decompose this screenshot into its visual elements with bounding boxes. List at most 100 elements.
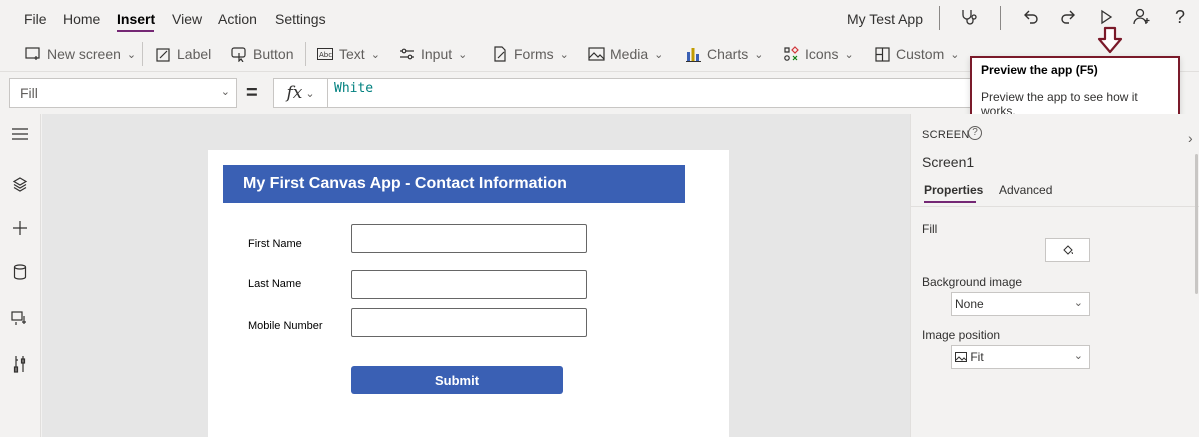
tools-icon[interactable] — [8, 352, 32, 376]
background-image-label: Background image — [922, 275, 1023, 289]
arrow-down-icon — [1097, 26, 1123, 54]
left-rail — [0, 114, 41, 437]
menu-bar: File Home Insert View Action Settings My… — [0, 0, 1199, 36]
fill-label: Fill — [922, 222, 938, 236]
forms-button[interactable]: Forms ⌄ — [491, 45, 569, 63]
input-button[interactable]: Input ⌄ — [398, 45, 467, 63]
button-icon — [230, 46, 248, 62]
stethoscope-icon[interactable] — [956, 5, 982, 29]
media-button[interactable]: Media ⌄ — [587, 45, 663, 63]
menu-view[interactable]: View — [172, 11, 202, 27]
divider — [1000, 6, 1001, 30]
forms-label: Forms — [514, 46, 554, 62]
help-circle-icon[interactable]: ? — [968, 126, 982, 140]
media-library-icon[interactable] — [8, 306, 32, 330]
text-icon: Abc — [316, 46, 334, 62]
new-screen-icon — [24, 46, 42, 62]
chevron-down-icon: ⌄ — [950, 48, 960, 61]
image-icon — [955, 352, 967, 362]
equals-sign: = — [246, 82, 258, 104]
chevron-right-icon[interactable]: › — [1188, 130, 1193, 146]
text-button[interactable]: Abc Text ⌄ — [316, 45, 380, 63]
icons-button[interactable]: Icons ⌄ — [782, 45, 854, 63]
menu-file[interactable]: File — [24, 11, 47, 27]
app-header[interactable]: My First Canvas App - Contact Informatio… — [223, 165, 685, 203]
custom-button[interactable]: Custom ⌄ — [873, 45, 959, 63]
label-label: Label — [177, 46, 212, 62]
screen-name: Screen1 — [922, 154, 975, 170]
tab-properties[interactable]: Properties — [924, 183, 983, 197]
layers-icon[interactable] — [8, 172, 32, 196]
chevron-down-icon: ⌄ — [458, 48, 468, 61]
last-name-input[interactable] — [351, 270, 587, 299]
divider — [305, 42, 306, 66]
charts-button[interactable]: Charts ⌄ — [684, 45, 763, 63]
charts-label: Charts — [707, 46, 749, 62]
divider — [911, 206, 1199, 207]
chevron-down-icon: ⌄ — [220, 86, 230, 98]
section-label: SCREEN — [922, 129, 970, 141]
active-tab-indicator — [924, 201, 976, 203]
icons-icon — [782, 46, 800, 62]
app-screen[interactable]: My First Canvas App - Contact Informatio… — [208, 150, 729, 437]
custom-icon — [873, 46, 891, 62]
chevron-down-icon: ⌄ — [1073, 297, 1083, 309]
property-dropdown[interactable]: Fill ⌄ — [9, 78, 237, 108]
menu-settings[interactable]: Settings — [275, 11, 326, 27]
submit-button[interactable]: Submit — [351, 366, 563, 394]
share-user-icon[interactable] — [1129, 5, 1155, 29]
fx-icon: fx — [286, 83, 303, 103]
mobile-number-input[interactable] — [351, 308, 587, 337]
image-position-label: Image position — [922, 328, 1001, 342]
undo-icon[interactable] — [1018, 5, 1044, 29]
forms-icon — [491, 46, 509, 62]
function-button[interactable]: fx ⌄ — [273, 78, 328, 108]
background-image-value: None — [955, 297, 984, 311]
chevron-down-icon: ⌄ — [305, 87, 315, 100]
canvas-area: My First Canvas App - Contact Informatio… — [42, 114, 910, 437]
property-value: Fill — [20, 85, 38, 101]
chevron-down-icon: ⌄ — [844, 48, 854, 61]
first-name-input[interactable] — [351, 224, 587, 253]
chevron-down-icon: ⌄ — [654, 48, 664, 61]
fill-color-picker[interactable] — [1045, 238, 1090, 262]
chevron-down-icon: ⌄ — [754, 48, 764, 61]
app-name[interactable]: My Test App — [847, 11, 923, 27]
divider — [939, 6, 940, 30]
image-icon — [587, 46, 605, 62]
hamburger-menu-icon[interactable] — [8, 122, 32, 146]
plus-icon[interactable] — [8, 216, 32, 240]
formula-input[interactable]: White — [328, 78, 1028, 108]
help-icon[interactable]: ? — [1167, 5, 1193, 29]
menu-action[interactable]: Action — [218, 11, 257, 27]
media-label: Media — [610, 46, 649, 62]
new-screen-label: New screen — [47, 46, 121, 62]
redo-icon[interactable] — [1055, 5, 1081, 29]
tooltip-title: Preview the app (F5) — [981, 63, 1098, 77]
paint-bucket-icon — [1062, 245, 1073, 255]
chevron-down-icon: ⌄ — [1073, 350, 1083, 362]
menu-insert[interactable]: Insert — [117, 11, 155, 27]
active-tab-indicator — [117, 30, 154, 32]
button-button[interactable]: Button — [230, 45, 293, 63]
button-label: Button — [253, 46, 294, 62]
tab-advanced[interactable]: Advanced — [999, 183, 1052, 197]
label-button[interactable]: Label — [154, 45, 211, 63]
chevron-down-icon: ⌄ — [370, 48, 380, 61]
menu-home[interactable]: Home — [63, 11, 100, 27]
new-screen-button[interactable]: New screen ⌄ — [24, 45, 136, 63]
input-icon — [398, 46, 416, 62]
last-name-label[interactable]: Last Name — [248, 278, 301, 290]
chevron-down-icon: ⌄ — [559, 48, 569, 61]
preview-tooltip: Preview the app (F5) Preview the app to … — [970, 56, 1180, 119]
mobile-number-label[interactable]: Mobile Number — [248, 320, 323, 332]
scrollbar[interactable] — [1195, 154, 1198, 294]
text-label: Text — [339, 46, 365, 62]
svg-text:Abc: Abc — [319, 51, 332, 59]
first-name-label[interactable]: First Name — [248, 238, 302, 250]
database-icon[interactable] — [8, 260, 32, 284]
background-image-dropdown[interactable]: None ⌄ — [951, 292, 1090, 316]
chevron-down-icon: ⌄ — [126, 48, 137, 61]
image-position-dropdown[interactable]: Fit ⌄ — [951, 345, 1090, 369]
icons-label: Icons — [805, 46, 839, 62]
